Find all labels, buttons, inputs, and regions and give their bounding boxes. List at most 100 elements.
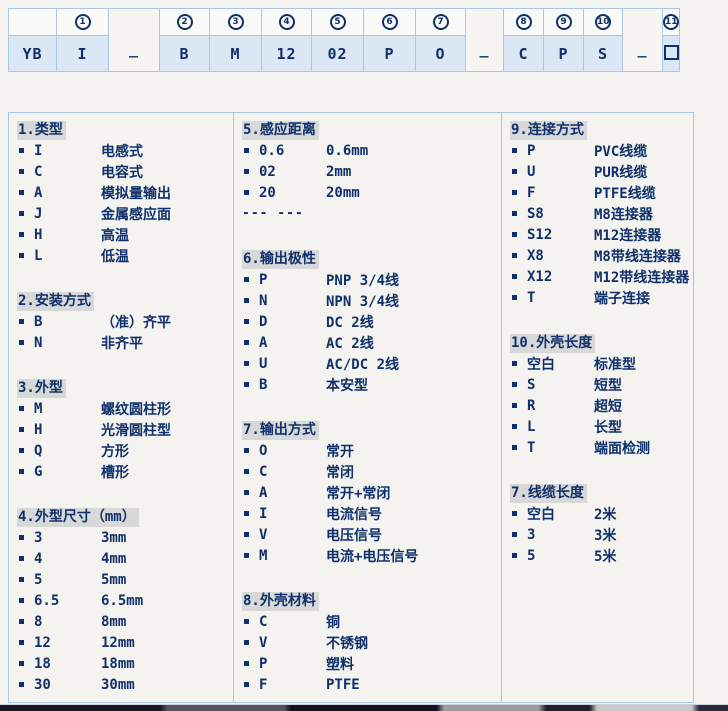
- item-code: H: [34, 422, 101, 438]
- item-code: 30: [34, 677, 101, 693]
- section-heading: 10.外壳长度: [510, 334, 595, 353]
- model-code-value: P: [364, 36, 415, 71]
- item-description: 常开+常闭: [326, 483, 497, 503]
- square-bullet-icon: [19, 448, 24, 453]
- model-code-cell: 5 02: [312, 9, 364, 71]
- item-code: B: [34, 314, 101, 330]
- model-code-cell: _: [466, 9, 504, 71]
- item-description: 5米: [594, 546, 689, 566]
- model-code-cell: 7 O: [416, 9, 466, 71]
- legend-item: M 电流+电压信号: [242, 545, 497, 566]
- item-description: 端子连接: [594, 288, 689, 308]
- item-description: 3mm: [101, 530, 229, 546]
- model-code-cell: 3 M: [210, 9, 262, 71]
- item-description: PUR线缆: [594, 162, 689, 182]
- legend-item: F PTFE线缆: [510, 182, 689, 203]
- legend-item: 20 20mm: [242, 182, 497, 203]
- item-code: N: [34, 335, 101, 351]
- item-description: PTFE: [326, 677, 497, 693]
- model-code-value: _: [623, 9, 662, 71]
- item-code: S: [527, 377, 594, 393]
- section-heading: 6.输出极性: [242, 250, 319, 269]
- item-code: C: [259, 464, 326, 480]
- model-code-value: □: [663, 36, 679, 71]
- item-code: P: [527, 143, 594, 159]
- item-code: U: [259, 356, 326, 372]
- item-code: 3: [527, 527, 594, 543]
- legend-item: P PNP 3/4线: [242, 269, 497, 290]
- square-bullet-icon: [244, 169, 249, 174]
- circled-number-icon: 2: [177, 14, 193, 30]
- legend-section: 9.连接方式 P PVC线缆: [510, 119, 689, 308]
- item-description: 塑料: [326, 654, 497, 674]
- item-description: M8连接器: [594, 204, 689, 224]
- section-heading-row: 10.外壳长度: [510, 332, 689, 353]
- section-heading: 2.安装方式: [17, 292, 94, 311]
- model-code-cell: 9 P: [544, 9, 584, 71]
- legend-section: 7.输出方式 O 常开 C: [242, 419, 497, 566]
- model-code-value: I: [57, 36, 108, 71]
- item-code: 18: [34, 656, 101, 672]
- legend-column: 1.类型 I 电感式 C: [8, 112, 234, 703]
- item-description: 金属感应面: [101, 204, 229, 224]
- legend-section: 5.感应距离 0.6 0.6mm: [242, 119, 497, 224]
- cropped-next-content-strip: [0, 704, 728, 711]
- section-items: 0.6 0.6mm 02 2mm: [242, 140, 497, 203]
- legend-item: A AC 2线: [242, 332, 497, 353]
- legend-column: 5.感应距离 0.6 0.6mm: [233, 112, 502, 703]
- square-bullet-icon: [512, 424, 517, 429]
- model-code-header: 1: [57, 9, 108, 36]
- item-description: 18mm: [101, 656, 229, 672]
- item-description: 电感式: [101, 141, 229, 161]
- model-code-value: P: [544, 36, 583, 71]
- legend-item: J 金属感应面: [17, 203, 229, 224]
- model-code-header: 9: [544, 9, 583, 36]
- square-bullet-icon: [512, 295, 517, 300]
- legend-section: 3.外型 M 螺纹圆柱形 H: [17, 377, 229, 482]
- item-code: 0.6: [259, 143, 326, 159]
- legend-section: 7.线缆长度 空白 2米 3: [510, 482, 689, 566]
- square-bullet-icon: [19, 211, 24, 216]
- section-items: P PVC线缆 U PUR线缆: [510, 140, 689, 308]
- item-code: U: [527, 164, 594, 180]
- square-bullet-icon: [244, 682, 249, 687]
- item-code: I: [259, 506, 326, 522]
- square-bullet-icon: [19, 577, 24, 582]
- item-description: 电流信号: [326, 504, 497, 524]
- item-description: 标准型: [594, 354, 689, 374]
- model-code-value: _: [109, 9, 159, 71]
- item-code: M: [259, 548, 326, 564]
- legend-item: B 本安型: [242, 374, 497, 395]
- legend-item: C 铜: [242, 611, 497, 632]
- section-heading: 7.输出方式: [242, 421, 319, 440]
- square-bullet-icon: [19, 232, 24, 237]
- item-description: 高温: [101, 225, 229, 245]
- square-bullet-icon: [19, 682, 24, 687]
- item-code: A: [259, 335, 326, 351]
- circled-number-icon: 9: [556, 14, 572, 30]
- model-code-value: S: [584, 36, 622, 71]
- square-bullet-icon: [19, 253, 24, 258]
- item-description: M12连接器: [594, 225, 689, 245]
- square-bullet-icon: [512, 253, 517, 258]
- square-bullet-icon: [244, 277, 249, 282]
- item-code: A: [259, 485, 326, 501]
- item-description: 非齐平: [101, 333, 229, 353]
- item-description: 方形: [101, 441, 229, 461]
- square-bullet-icon: [19, 169, 24, 174]
- square-bullet-icon: [512, 511, 517, 516]
- item-code: 12: [34, 635, 101, 651]
- model-code-header: 8: [504, 9, 543, 36]
- item-code: B: [259, 377, 326, 393]
- square-bullet-icon: [244, 532, 249, 537]
- legend-section: 2.安装方式 B （准）齐平: [17, 290, 229, 353]
- legend-item: 8 8mm: [17, 611, 229, 632]
- item-code: 5: [34, 572, 101, 588]
- legend-item: G 槽形: [17, 461, 229, 482]
- ellipsis-note: --- ---: [242, 203, 497, 224]
- item-description: 低温: [101, 246, 229, 266]
- circled-number-icon: 11: [663, 14, 679, 30]
- square-bullet-icon: [244, 619, 249, 624]
- legend-item: P PVC线缆: [510, 140, 689, 161]
- model-code-cell: 2 B: [160, 9, 210, 71]
